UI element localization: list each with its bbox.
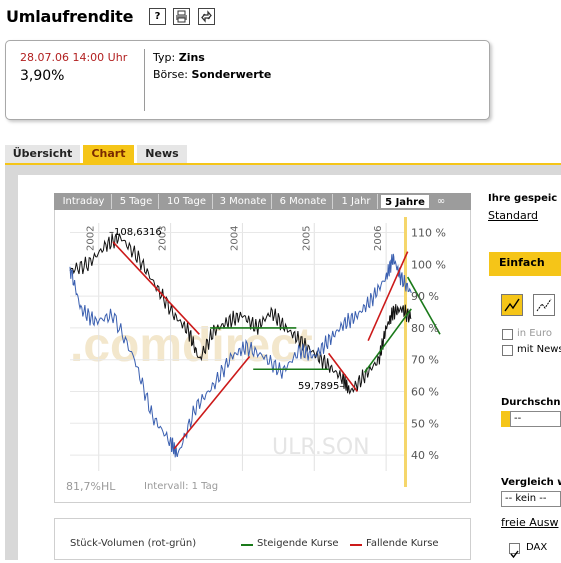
page-title: Umlaufrendite [6,7,134,26]
chart-hl-label: 81,7%HL [66,480,116,493]
period-5-jahre[interactable]: 5 Jahre [380,194,430,209]
y-tick-label: 80 % [411,322,439,335]
quote-box: 28.07.06 14:00 Uhr 3,90% Typ: Zins Börse… [5,40,490,120]
chart-interval-label: Intervall: 1 Tag [144,481,219,492]
x-tick-label: 2004 [229,226,240,251]
y-tick-label: 100 % [411,258,446,271]
tab-chart[interactable]: Chart [83,145,134,163]
period-3-monate[interactable]: 3 Monate [215,194,272,209]
refresh-icon[interactable] [198,8,215,25]
period-intraday[interactable]: Intraday [56,194,112,209]
compare-select[interactable]: -- kein -- [501,491,561,507]
quote-exchange-label: Börse: [153,68,189,81]
quote-type-label: Typ: [153,51,176,64]
quote-value: 3,90% [20,68,65,84]
average-label: Durchschnit [501,397,561,408]
y-tick-label: 40 % [411,449,439,462]
price-chart: .comdirect ULR.SON 2002 2003 2004 2005 2006 1… [69,217,446,487]
tab-uebersicht[interactable]: Übersicht [5,145,80,163]
saved-charts-title: Ihre gespeic [488,193,558,204]
period-max[interactable]: ∞ [432,194,450,209]
period-1-jahr[interactable]: 1 Jahr [335,194,378,209]
legend-rising-swatch [241,544,253,546]
with-news-checkbox[interactable] [502,345,513,356]
sidebar-tab-einfach[interactable]: Einfach [489,252,561,274]
compare-label: Vergleich w [501,477,561,488]
y-tick-label: 60 % [411,386,439,399]
x-tick-label: 2006 [373,226,384,251]
dax-checkbox[interactable] [509,543,520,559]
quote-type-value: Zins [178,51,205,64]
y-tick-label: 90 % [411,290,439,303]
in-euro-label: in Euro [517,328,552,339]
quote-datetime: 28.07.06 14:00 Uhr [20,51,128,64]
period-10-tage[interactable]: 10 Tage [161,194,213,209]
chart-watermark: ULR.SON [272,435,370,460]
with-news-label: mit News [517,344,561,355]
saved-standard-link[interactable]: Standard [488,209,538,222]
y-tick-label: 110 % [411,227,446,240]
quote-exchange: Börse: Sonderwerte [153,68,271,81]
y-tick-label: 70 % [411,354,439,367]
low-annotation: 59,7895– [298,381,344,392]
print-icon[interactable] [173,8,190,25]
tab-news[interactable]: News [137,145,187,163]
x-tick-label: 2005 [301,226,312,251]
help-icon[interactable]: ? [149,8,166,25]
volume-label: Stück-Volumen (rot-grün) [70,538,197,549]
quote-divider [144,49,145,111]
legend-falling: Fallende Kurse [366,538,439,549]
sidebar-tab-underline [489,274,561,276]
line-chart-icon[interactable] [501,294,523,316]
in-euro-checkbox[interactable] [502,329,513,340]
legend-rising: Steigende Kurse [257,538,339,549]
quote-exchange-value: Sonderwerte [191,68,272,81]
period-5-tage[interactable]: 5 Tage [114,194,159,209]
volume-panel: Stück-Volumen (rot-grün) Steigende Kurse… [54,518,471,560]
y-tick-label: 50 % [411,417,439,430]
free-selection-link[interactable]: freie Ausw [501,516,558,529]
ohlc-chart-icon[interactable] [533,294,555,316]
dax-label: DAX [526,542,548,553]
legend-falling-swatch [350,544,362,546]
x-tick-label: 2002 [86,226,97,251]
high-annotation: –108,6316 [109,227,162,238]
average-select[interactable]: -- [510,411,561,427]
quote-type: Typ: Zins [153,51,205,64]
period-6-monate[interactable]: 6 Monate [274,194,333,209]
